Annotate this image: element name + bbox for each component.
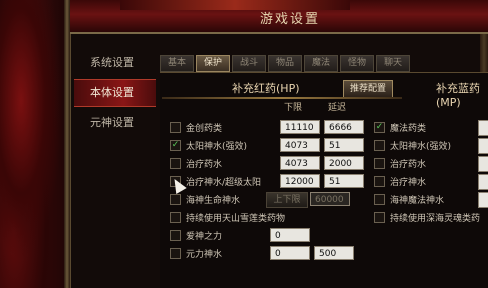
mp-input[interactable] [478, 192, 488, 208]
mp-input[interactable] [478, 156, 488, 172]
checkbox[interactable] [374, 176, 385, 187]
range-button[interactable]: 上下限 [266, 192, 308, 208]
love-value-input[interactable]: 0 [270, 228, 310, 242]
checkbox[interactable] [170, 122, 181, 133]
row-label: 治疗神水/超级太阳 [186, 178, 262, 188]
row-label: 金创药类 [186, 124, 223, 134]
row-label: 元力神水 [186, 250, 223, 260]
checkbox[interactable] [374, 140, 385, 151]
hp-section-title: 补充红药(HP) [232, 82, 300, 95]
yuanli-value1-input[interactable]: 0 [270, 246, 310, 260]
checkbox[interactable] [170, 158, 181, 169]
sidemenu-body-settings[interactable]: 本体设置 [74, 79, 156, 107]
row-label: 治疗药水 [390, 160, 427, 170]
checkbox[interactable] [170, 248, 181, 259]
tab-combat[interactable]: 战斗 [232, 55, 266, 72]
lower-input[interactable]: 11110 [280, 120, 320, 134]
checkbox-checked[interactable]: ✓ [374, 122, 385, 133]
checkbox[interactable] [170, 194, 181, 205]
checkbox[interactable] [374, 158, 385, 169]
checkbox[interactable] [170, 212, 181, 223]
window-title: 游戏设置 [260, 12, 321, 27]
row-label: 爱神之力 [186, 232, 223, 242]
tab-monster[interactable]: 怪物 [340, 55, 374, 72]
tab-basic[interactable]: 基本 [160, 55, 194, 72]
row-label: 海神魔法神水 [390, 196, 445, 206]
row-label: 太阳神水(强效) [390, 142, 452, 152]
mp-input[interactable] [478, 174, 488, 190]
side-menu: 系统设置 本体设置 元神设置 [74, 50, 156, 139]
tab-protect[interactable]: 保护 [196, 55, 230, 72]
sea-god-value[interactable]: 60000 [310, 192, 350, 206]
lower-input[interactable]: 4073 [280, 138, 320, 152]
tab-magic[interactable]: 魔法 [304, 55, 338, 72]
sidemenu-spirit-settings[interactable]: 元神设置 [74, 110, 156, 136]
lower-input[interactable]: 4073 [280, 156, 320, 170]
preset-config-button[interactable]: 推荐配置 [343, 80, 393, 98]
section-divider [162, 97, 402, 99]
checkbox[interactable] [170, 230, 181, 241]
row-label: 治疗药水 [186, 160, 223, 170]
row-label: 持续使用天山雪莲类药物 [186, 214, 286, 224]
tab-chat[interactable]: 聊天 [376, 55, 410, 72]
delay-input[interactable]: 51 [324, 138, 364, 152]
settings-tabs: 基本 保护 战斗 物品 魔法 怪物 聊天 [160, 55, 488, 72]
delay-input[interactable]: 51 [324, 174, 364, 188]
row-label: 魔法药类 [390, 124, 427, 134]
mp-input[interactable] [478, 120, 488, 136]
checkbox[interactable] [374, 194, 385, 205]
mp-section-title: 补充蓝药(MP) [436, 82, 480, 109]
lower-input[interactable]: 12000 [280, 174, 320, 188]
row-label: 太阳神水(强效) [186, 142, 248, 152]
col-delay-header: 延迟 [328, 103, 347, 113]
delay-input[interactable]: 6666 [324, 120, 364, 134]
mp-input[interactable] [478, 138, 488, 154]
row-label: 持续使用深海灵魂类药 [390, 214, 481, 224]
col-lower-header: 下限 [284, 103, 303, 113]
decorative-left-frame [0, 0, 70, 288]
checkbox[interactable] [374, 212, 385, 223]
row-label: 海神生命神水 [186, 196, 241, 206]
yuanli-value2-input[interactable]: 500 [314, 246, 354, 260]
checkbox-checked[interactable]: ✓ [170, 140, 181, 151]
delay-input[interactable]: 2000 [324, 156, 364, 170]
row-label: 治疗神水 [390, 178, 427, 188]
tab-items[interactable]: 物品 [268, 55, 302, 72]
sidemenu-system-settings[interactable]: 系统设置 [74, 50, 156, 76]
